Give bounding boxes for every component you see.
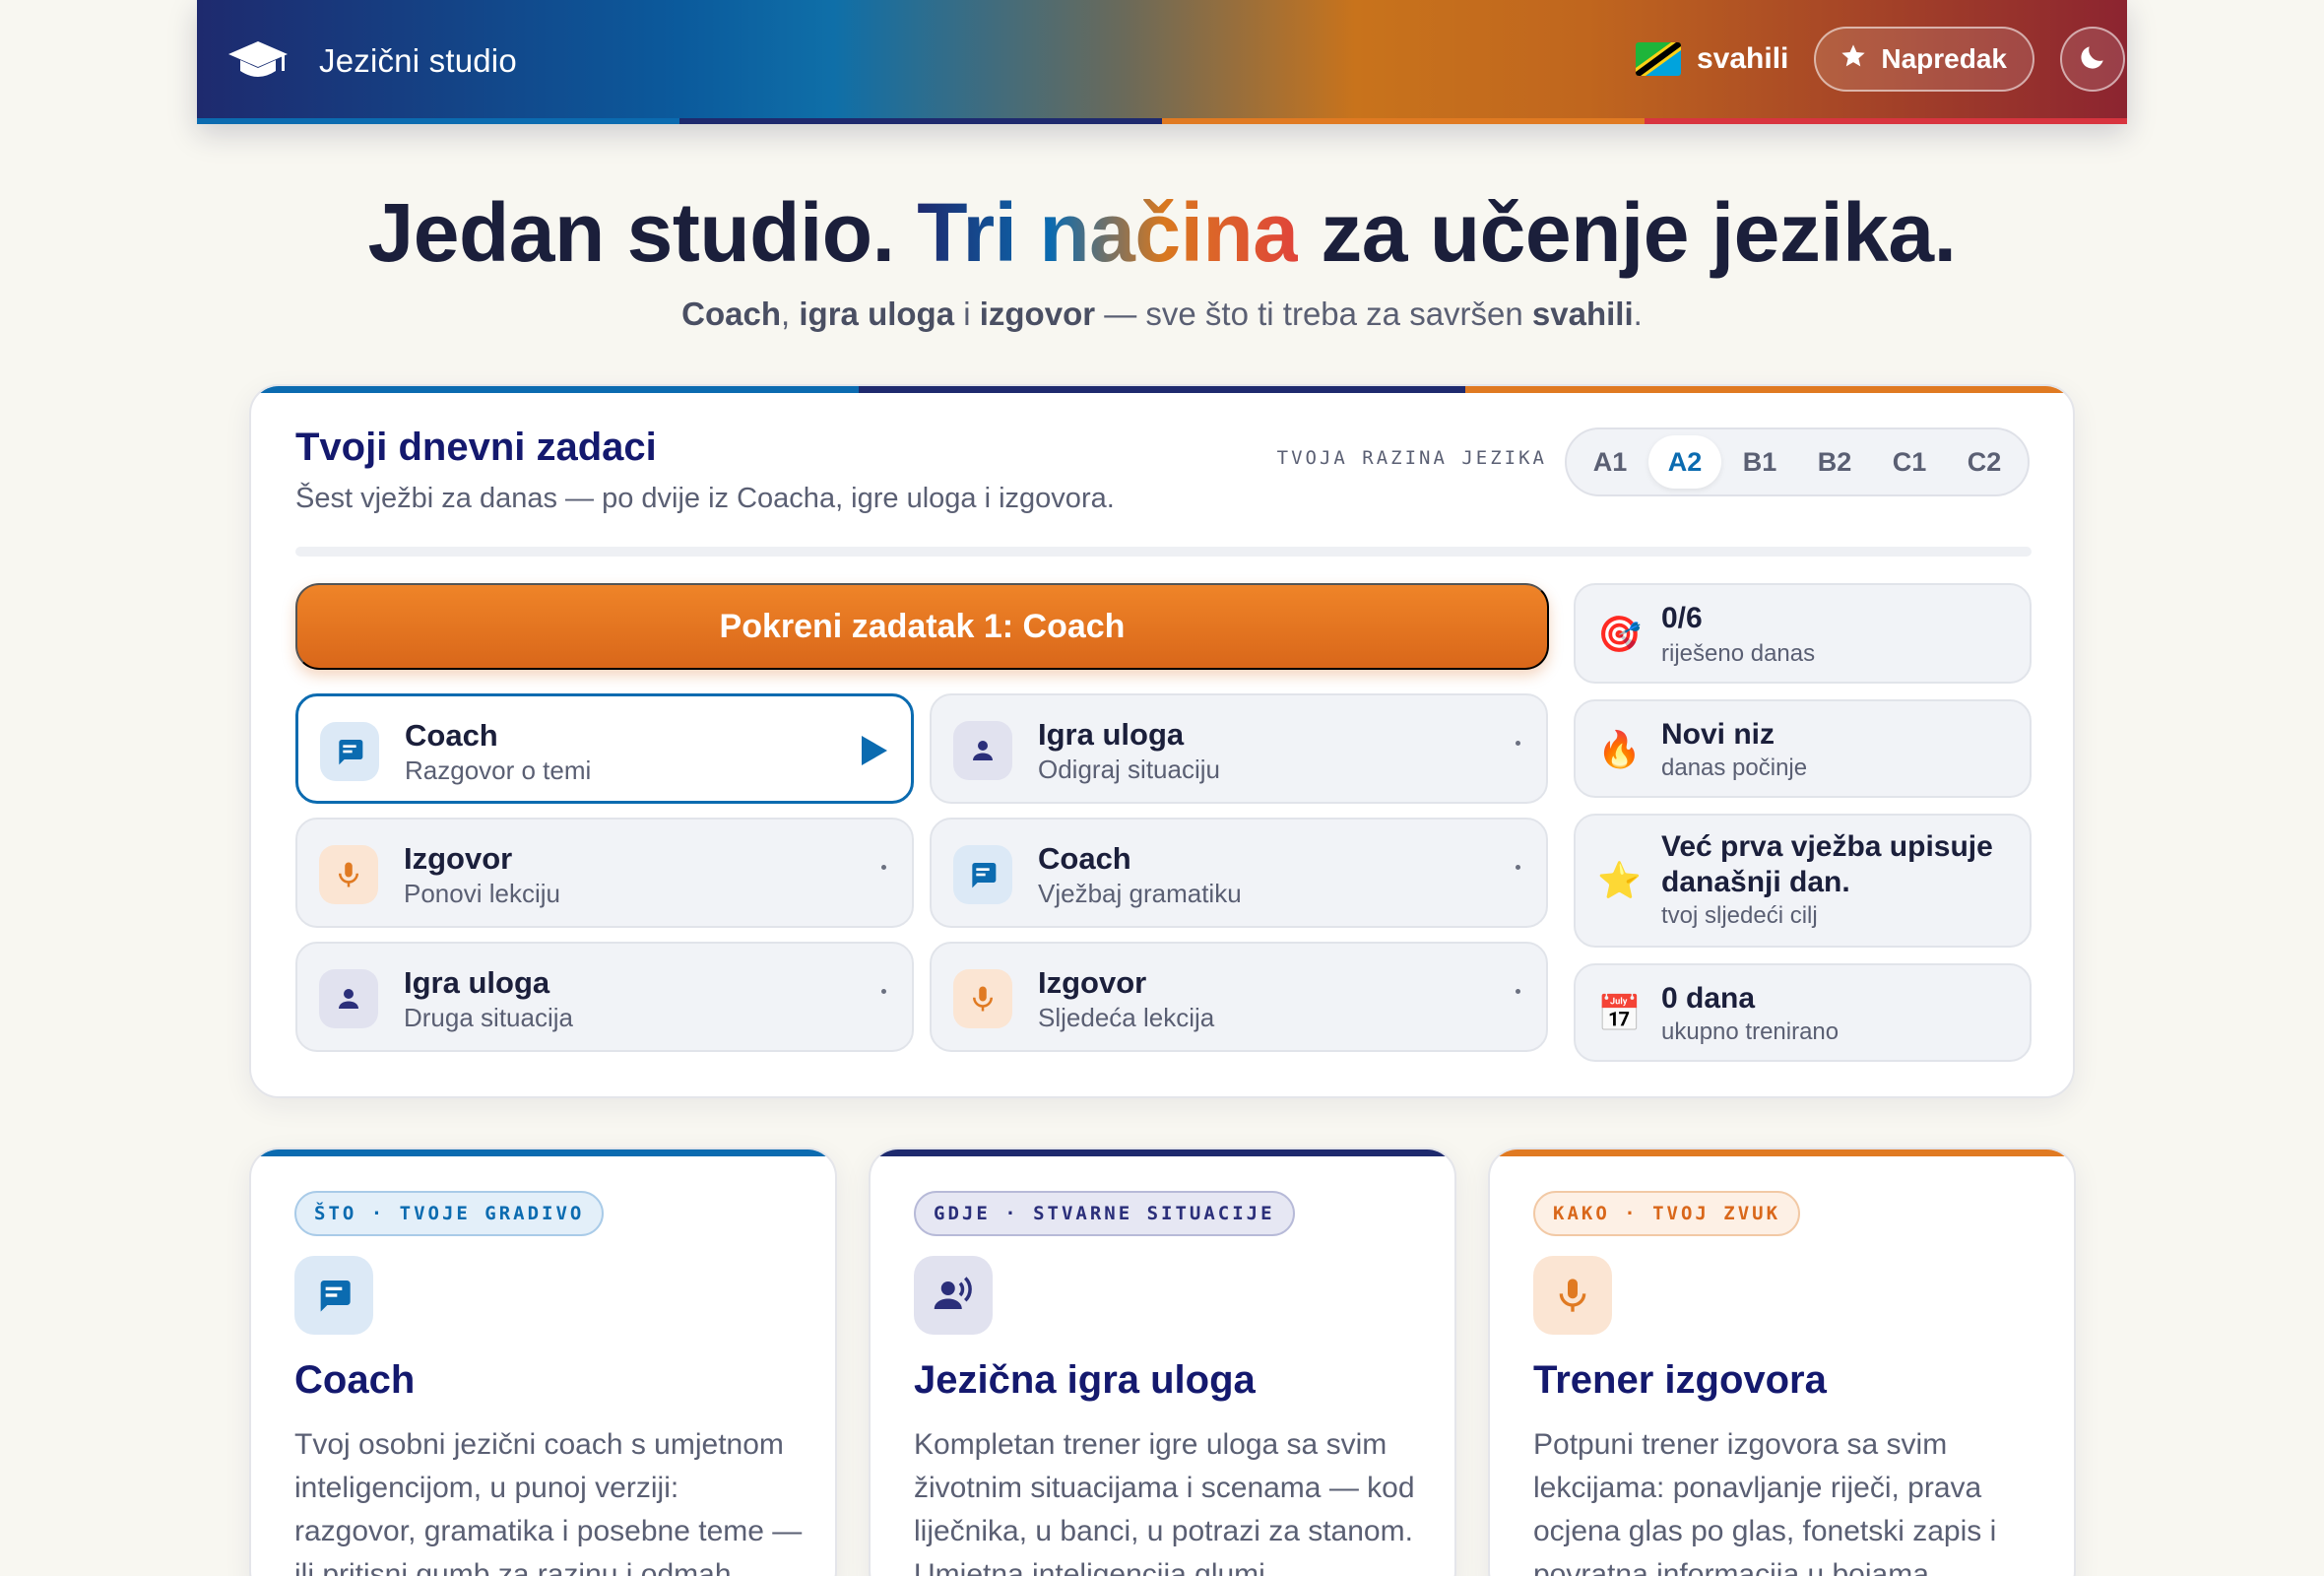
task-item-roleplay-second[interactable]: Igra uloga Druga situacija	[295, 942, 914, 1052]
task-description: Odigraj situaciju	[1038, 755, 1220, 784]
hero-title: Jedan studio. Tri načina za učenje jezik…	[367, 186, 1957, 279]
feature-card-coach[interactable]: ŠTO · TVOJE GRADIVO Coach Tvoj osobni je…	[249, 1148, 837, 1576]
stat-value: Novi niz	[1661, 718, 1775, 751]
daily-tasks-card: Tvoji dnevni zadaci Šest vježbi za danas…	[249, 384, 2075, 1098]
task-item-coach-grammar[interactable]: Coach Vježbaj gramatiku	[930, 818, 1548, 928]
task-name: Igra uloga	[1038, 717, 1185, 752]
task-name: Izgovor	[1038, 965, 1147, 1000]
star-icon: ⭐	[1597, 860, 1642, 900]
feature-tag: GDJE · STVARNE SITUACIJE	[914, 1191, 1295, 1236]
feature-tag: ŠTO · TVOJE GRADIVO	[294, 1191, 605, 1236]
feature-description: Potpuni trener izgovora sa svim lekcijam…	[1533, 1428, 1997, 1576]
stat-label: tvoj sljedeći cilj	[1661, 902, 1818, 929]
stat-value: Već prva vježba upisuje današnji dan.	[1661, 830, 1993, 898]
star-icon	[1840, 42, 1867, 77]
person-icon	[319, 969, 378, 1028]
speaking-person-icon	[914, 1256, 993, 1335]
pending-dot-icon	[1516, 989, 1520, 994]
feature-description: Kompletan trener igre uloga sa svim živo…	[914, 1428, 1415, 1576]
level-label: TVOJA RAZINA JEZIKA	[1276, 447, 1547, 469]
daily-tasks-subtitle: Šest vježbi za danas — po dvije iz Coach…	[295, 483, 1115, 514]
level-selector: A1 A2 B1 B2 C1 C2	[1565, 427, 2030, 496]
feature-description: Tvoj osobni jezični coach s umjetnom int…	[294, 1428, 803, 1576]
task-item-pronunciation-repeat[interactable]: Izgovor Ponovi lekciju	[295, 818, 914, 928]
stat-value: 0 dana	[1661, 982, 1756, 1015]
task-item-roleplay-situation[interactable]: Igra uloga Odigraj situaciju	[930, 693, 1548, 804]
task-description: Druga situacija	[404, 1003, 573, 1032]
moon-icon	[2077, 41, 2108, 78]
stat-label: riješeno danas	[1661, 640, 1816, 667]
level-option-a1[interactable]: A1	[1574, 435, 1646, 489]
task-description: Razgovor o temi	[405, 755, 592, 785]
pending-dot-icon	[1516, 865, 1520, 870]
person-icon	[953, 721, 1012, 780]
language-selector[interactable]: svahili	[1635, 42, 1789, 76]
card-color-stripe	[251, 386, 2073, 393]
level-option-b2[interactable]: B2	[1798, 435, 1871, 489]
feature-card-pronunciation[interactable]: KAKO · TVOJ ZVUK Trener izgovora Potpuni…	[1488, 1148, 2076, 1576]
chat-bubble-icon	[294, 1256, 373, 1335]
stat-total-days: 📅 0 dana ukupno trenirano	[1574, 963, 2032, 1062]
task-description: Sljedeća lekcija	[1038, 1003, 1215, 1032]
pending-dot-icon	[881, 989, 886, 994]
level-option-c1[interactable]: C1	[1873, 435, 1946, 489]
stat-streak: 🔥 Novi niz danas počinje	[1574, 699, 2032, 798]
stat-label: danas počinje	[1661, 755, 1808, 781]
feature-title: Trener izgovora	[1533, 1358, 1827, 1402]
task-description: Ponovi lekciju	[404, 879, 560, 908]
chat-bubble-icon	[320, 722, 379, 781]
level-option-b1[interactable]: B1	[1723, 435, 1796, 489]
feature-title: Coach	[294, 1358, 416, 1402]
progress-button-label: Napredak	[1881, 43, 2007, 74]
task-name: Coach	[405, 718, 498, 753]
chat-bubble-icon	[953, 845, 1012, 904]
language-label: svahili	[1696, 42, 1789, 75]
level-option-a2[interactable]: A2	[1648, 435, 1721, 489]
start-task-button[interactable]: Pokreni zadatak 1: Coach	[295, 583, 1549, 670]
task-item-pronunciation-next[interactable]: Izgovor Sljedeća lekcija	[930, 942, 1548, 1052]
daily-tasks-title: Tvoji dnevni zadaci	[295, 426, 657, 469]
level-option-c2[interactable]: C2	[1948, 435, 2021, 489]
task-description: Vježbaj gramatiku	[1038, 879, 1242, 908]
header-color-stripe	[197, 118, 2127, 124]
stat-label: ukupno trenirano	[1661, 1018, 1840, 1045]
daily-progress-bar	[295, 547, 2032, 557]
graduation-cap-icon	[226, 37, 290, 85]
tanzania-flag-icon	[1635, 42, 1681, 76]
app-title: Jezični studio	[319, 42, 517, 79]
task-name: Coach	[1038, 841, 1131, 876]
feature-title: Jezična igra uloga	[914, 1358, 1256, 1402]
target-icon: 🎯	[1597, 614, 1642, 654]
microphone-icon	[953, 969, 1012, 1028]
stat-next-goal: ⭐ Već prva vježba upisuje današnji dan. …	[1574, 814, 2032, 948]
microphone-icon	[1533, 1256, 1612, 1335]
calendar-icon: 📅	[1597, 993, 1642, 1033]
task-item-coach-topic[interactable]: Coach Razgovor o temi	[295, 693, 914, 804]
pending-dot-icon	[881, 865, 886, 870]
task-name: Izgovor	[404, 841, 513, 876]
stat-value: 0/6	[1661, 602, 1703, 634]
pending-dot-icon	[1516, 741, 1520, 746]
hero-subtitle: Coach, igra uloga i izgovor — sve što ti…	[681, 296, 1643, 332]
fire-icon: 🔥	[1597, 729, 1642, 769]
progress-button[interactable]: Napredak	[1814, 27, 2034, 92]
app-header: Jezični studio svahili Napredak	[197, 0, 2127, 124]
feature-card-roleplay[interactable]: GDJE · STVARNE SITUACIJE Jezična igra ul…	[869, 1148, 1456, 1576]
microphone-icon	[319, 845, 378, 904]
theme-toggle-button[interactable]	[2060, 27, 2125, 92]
brand[interactable]: Jezični studio	[226, 30, 517, 93]
play-icon	[860, 734, 889, 767]
feature-tag: KAKO · TVOJ ZVUK	[1533, 1191, 1801, 1236]
task-name: Igra uloga	[404, 965, 550, 1000]
stat-solved-today: 🎯 0/6 riješeno danas	[1574, 583, 2032, 684]
